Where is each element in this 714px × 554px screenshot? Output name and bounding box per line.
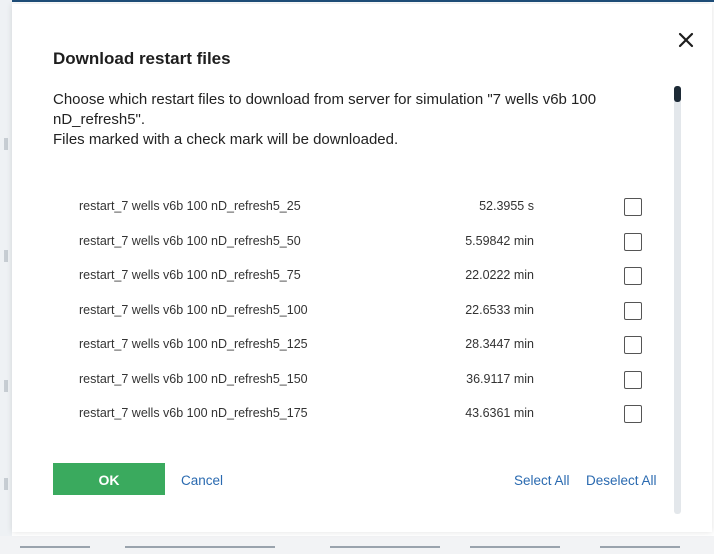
file-checkbox[interactable] xyxy=(624,405,642,423)
file-time: 5.59842 min xyxy=(465,233,534,248)
file-name: restart_7 wells v6b 100 nD_refresh5_100 xyxy=(79,302,308,317)
ok-button[interactable]: OK xyxy=(53,463,165,495)
deselect-all-link[interactable]: Deselect All xyxy=(586,473,657,488)
file-time: 28.3447 min xyxy=(465,337,534,351)
file-checkbox[interactable] xyxy=(624,232,642,251)
close-icon[interactable] xyxy=(674,28,698,52)
file-row: restart_7 wells v6b 100 nD_refresh5_100 … xyxy=(12,294,672,329)
file-row: restart_7 wells v6b 100 nD_refresh5_75 2… xyxy=(12,259,672,294)
file-name: restart_7 wells v6b 100 nD_refresh5_25 xyxy=(79,199,301,213)
file-checkbox[interactable] xyxy=(624,336,642,354)
restart-file-list: restart_7 wells v6b 100 nD_refresh5_25 5… xyxy=(12,190,672,432)
file-time: 36.9117 min xyxy=(466,371,534,386)
file-row: restart_7 wells v6b 100 nD_refresh5_150 … xyxy=(12,363,672,398)
background-mark xyxy=(4,478,8,490)
scrollbar-track[interactable] xyxy=(674,86,681,514)
select-all-link[interactable]: Select All xyxy=(514,473,570,488)
background-app-header-edge xyxy=(0,0,714,2)
close-button[interactable] xyxy=(674,28,698,52)
description-line-2: Files marked with a check mark will be d… xyxy=(53,131,399,148)
background-app-left-edge xyxy=(0,0,12,554)
file-name: restart_7 wells v6b 100 nD_refresh5_150 xyxy=(79,371,308,386)
dialog-description: Choose which restart files to download f… xyxy=(53,90,653,150)
file-name: restart_7 wells v6b 100 nD_refresh5_125 xyxy=(79,337,308,351)
background-mark xyxy=(4,380,8,392)
scrollbar-thumb[interactable] xyxy=(674,86,681,102)
file-time: 43.6361 min xyxy=(465,406,534,420)
file-checkbox[interactable] xyxy=(624,198,642,216)
file-row: restart_7 wells v6b 100 nD_refresh5_50 5… xyxy=(12,225,672,260)
background-mark xyxy=(4,138,8,150)
file-time: 52.3955 s xyxy=(479,199,534,213)
file-checkbox[interactable] xyxy=(624,301,642,320)
file-name: restart_7 wells v6b 100 nD_refresh5_75 xyxy=(79,268,301,282)
file-row: restart_7 wells v6b 100 nD_refresh5_25 5… xyxy=(12,190,672,225)
file-time: 22.0222 min xyxy=(465,268,534,282)
file-name: restart_7 wells v6b 100 nD_refresh5_50 xyxy=(79,233,301,248)
file-row: restart_7 wells v6b 100 nD_refresh5_125 … xyxy=(12,328,672,363)
description-line-1: Choose which restart files to download f… xyxy=(53,91,597,128)
dialog-title: Download restart files xyxy=(53,49,231,68)
file-name: restart_7 wells v6b 100 nD_refresh5_175 xyxy=(79,406,308,420)
cancel-link[interactable]: Cancel xyxy=(181,473,223,488)
file-time: 22.6533 min xyxy=(465,302,534,317)
background-app-table-edge xyxy=(0,546,714,554)
file-checkbox[interactable] xyxy=(624,370,642,389)
background-mark xyxy=(4,250,8,262)
file-checkbox[interactable] xyxy=(624,267,642,285)
download-restart-files-dialog: Download restart files Choose which rest… xyxy=(12,4,712,532)
file-row: restart_7 wells v6b 100 nD_refresh5_175 … xyxy=(12,397,672,432)
